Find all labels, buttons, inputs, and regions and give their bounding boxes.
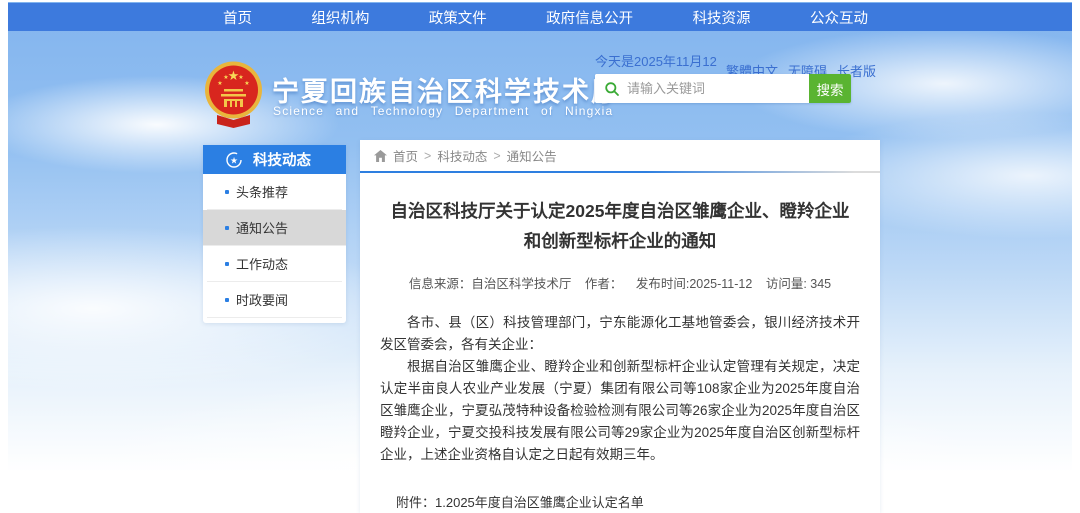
bullet-icon [225,226,229,230]
nav-item-sci-tech-resources[interactable]: 科技资源 [693,7,751,28]
national-emblem-logo[interactable]: ★ ★ ★ ★ ★ [202,60,265,133]
sidebar-item-current-politics[interactable]: 时政要闻 [207,282,342,318]
bullet-icon [225,190,229,194]
breadcrumb-separator: > [424,149,431,163]
article-paragraph: 各市、县（区）科技管理部门，宁东能源化工基地管委会，银川经济技术开发区管委会，各… [380,312,860,356]
meta-source: 信息来源：自治区科学技术厅 [409,277,572,291]
nav-item-gov-info-disclosure[interactable]: 政府信息公开 [546,7,633,28]
search-button[interactable]: 搜索 [809,74,851,103]
article-title-line2: 和创新型标杆企业的通知 [360,226,880,256]
article-title-line1: 自治区科技厅关于认定2025年度自治区雏鹰企业、瞪羚企业 [360,196,880,226]
breadcrumb: 首页 > 科技动态 > 通知公告 [360,140,880,173]
nav-item-organization[interactable]: 组织机构 [311,7,369,28]
attachment-list: 1.2025年度自治区雏鹰企业认定名单 2.2025年度自治区瞪羚企业认定名单 … [435,492,683,513]
svg-text:★: ★ [223,74,228,81]
svg-text:★: ★ [217,80,222,87]
nav-item-public-interaction[interactable]: 公众互动 [810,7,868,28]
sidebar-item-label: 头条推荐 [236,182,288,201]
bullet-icon [225,298,229,302]
nav-item-policy-documents[interactable]: 政策文件 [429,7,487,28]
sidebar-item-notices[interactable]: 通知公告 [203,210,346,246]
svg-text:★: ★ [230,155,238,165]
svg-text:★: ★ [244,80,249,87]
sidebar-item-label: 时政要闻 [236,290,288,309]
sidebar-title: 科技动态 [253,149,311,170]
search-input[interactable] [627,81,809,96]
article-paragraph: 根据自治区雏鹰企业、瞪羚企业和创新型标杆企业认定管理有关规定，决定认定半亩良人农… [380,356,860,466]
meta-visit-count: 访问量: 345 [766,277,831,291]
top-navigation: 首页 组织机构 政策文件 政府信息公开 科技资源 公众互动 [8,3,1072,31]
sidebar-item-label: 工作动态 [236,254,288,273]
page: 首页 组织机构 政策文件 政府信息公开 科技资源 公众互动 ★ ★ ★ ★ ★ … [0,0,1080,513]
breadcrumb-sci-tech-news[interactable]: 科技动态 [437,146,487,165]
search-icon [604,81,620,97]
svg-text:★: ★ [238,74,243,81]
breadcrumb-home[interactable]: 首页 [393,146,418,165]
nav-item-home[interactable]: 首页 [223,7,252,28]
home-icon [374,150,387,162]
article-meta: 信息来源：自治区科学技术厅 作者： 发布时间:2025-11-12 访问量: 3… [360,273,880,292]
attachments-label: 附件： [396,492,435,513]
article-body: 各市、县（区）科技管理部门，宁东能源化工基地管委会，银川经济技术开发区管委会，各… [380,312,860,466]
site-subtitle-en: Science and Technology Department of Nin… [273,104,613,118]
meta-publish-date: 发布时间:2025-11-12 [636,277,753,291]
sidebar-item-work-updates[interactable]: 工作动态 [207,246,342,282]
breadcrumb-separator: > [493,149,500,163]
sci-tech-news-icon: ★ [225,151,243,169]
breadcrumb-notices[interactable]: 通知公告 [507,146,557,165]
sidebar-header: ★ 科技动态 [203,145,346,174]
sidebar: ★ 科技动态 头条推荐 通知公告 工作动态 时政要闻 [203,145,346,323]
content-panel: 首页 > 科技动态 > 通知公告 自治区科技厅关于认定2025年度自治区雏鹰企业… [360,140,880,513]
search-input-wrap [595,74,809,103]
sidebar-item-label: 通知公告 [236,218,288,237]
attachment-link-1[interactable]: 1.2025年度自治区雏鹰企业认定名单 [435,492,683,513]
search-bar: 搜索 [595,74,851,103]
attachments: 附件： 1.2025年度自治区雏鹰企业认定名单 2.2025年度自治区瞪羚企业认… [396,492,880,513]
meta-author: 作者： [585,277,623,291]
nav-items: 首页 组织机构 政策文件 政府信息公开 科技资源 公众互动 [223,7,868,28]
sidebar-item-headline-recommend[interactable]: 头条推荐 [207,174,342,210]
bullet-icon [225,262,229,266]
article-title: 自治区科技厅关于认定2025年度自治区雏鹰企业、瞪羚企业 和创新型标杆企业的通知 [360,196,880,256]
